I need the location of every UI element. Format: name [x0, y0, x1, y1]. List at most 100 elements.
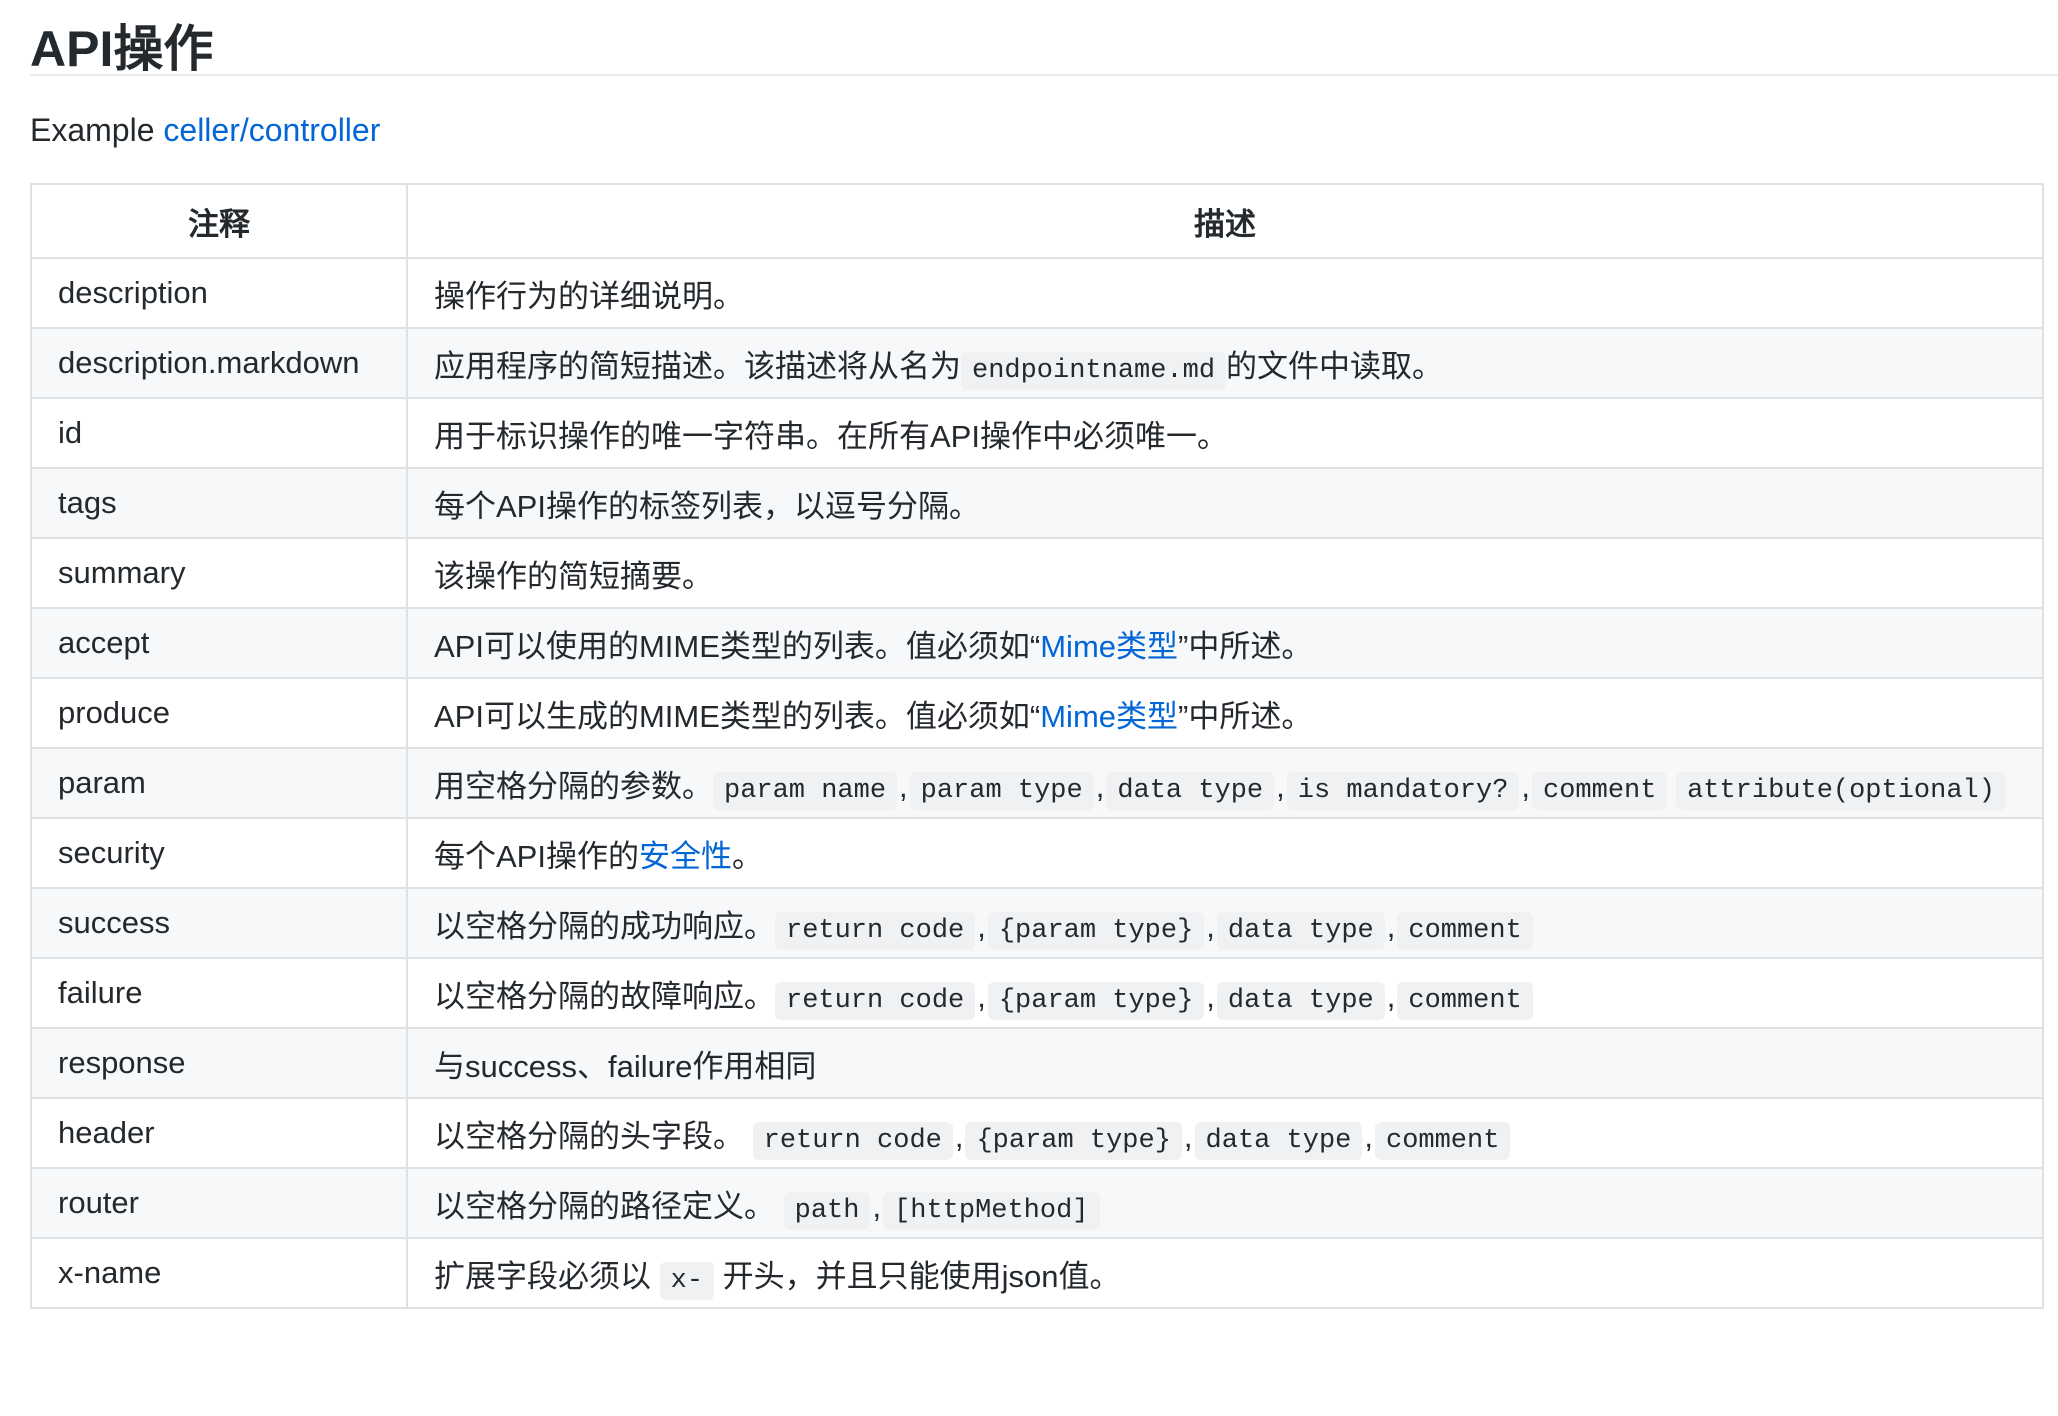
code-snippet: endpointname.md [961, 351, 1227, 390]
annotation-description: 以空格分隔的故障响应。 return code, {param type}, data… [406, 957, 2044, 1029]
table-row: summary 该操作的简短摘要。 [30, 537, 2044, 609]
description-link[interactable]: Mime类型 [1040, 629, 1178, 664]
description-text: 以空格分隔的路径定义。 [434, 1188, 784, 1224]
code-snippet: return code [775, 911, 976, 950]
separator: , [1183, 1118, 1193, 1154]
annotation-description: 每个API操作的标签列表，以逗号分隔。 [406, 467, 2044, 539]
code-snippet: comment [1532, 771, 1668, 810]
code-snippet: return code [752, 1121, 953, 1160]
table-row: id 用于标识操作的唯一字符串。在所有API操作中必须唯一。 [30, 397, 2044, 469]
annotation-description: 每个API操作的安全性。 [406, 817, 2044, 889]
code-snippet: param name [713, 771, 898, 810]
code-snippet: {param type} [965, 1121, 1182, 1160]
annotation-key: failure [30, 957, 408, 1029]
annotation-description: 与success、failure作用相同 [406, 1027, 2044, 1099]
code-snippet: data type [1106, 771, 1275, 810]
table-row: response 与success、failure作用相同 [30, 1027, 2044, 1099]
table-row: router 以空格分隔的路径定义。 path, [httpMethod] [30, 1167, 2044, 1239]
annotation-description: 该操作的简短摘要。 [406, 537, 2044, 609]
table-row: description.markdown 应用程序的简短描述。该描述将从名为 end… [30, 327, 2044, 399]
annotation-key: security [30, 817, 408, 889]
annotation-description: 操作行为的详细说明。 [406, 257, 2044, 329]
description-text: 用于标识操作的唯一字符串。在所有API操作中必须唯一。 [434, 418, 1228, 454]
table-row: description 操作行为的详细说明。 [30, 257, 2044, 329]
separator: , [899, 768, 908, 804]
annotation-description: API可以使用的MIME类型的列表。值必须如“Mime类型”中所述。 [406, 607, 2044, 679]
table-row: failure 以空格分隔的故障响应。 return code, {param typ… [30, 957, 2044, 1029]
code-snippet: {param type} [987, 911, 1205, 950]
code-snippet: data type [1216, 911, 1385, 950]
description-text: ”中所述。 [1178, 628, 1313, 664]
example-link[interactable]: celler/controller [163, 112, 380, 148]
code-snippet: {param type} [987, 981, 1205, 1020]
code-snippet: comment [1375, 1121, 1511, 1160]
description-text: 扩展字段必须以 [434, 1258, 660, 1294]
annotation-key: summary [30, 537, 408, 609]
annotation-key: description.markdown [30, 327, 408, 399]
page: API操作 Example celler/controller 注释 描述 de… [0, 0, 2058, 1309]
separator: , [977, 908, 986, 944]
description-text: 用空格分隔的参数。 [434, 768, 713, 804]
description-text: ”中所述。 [1178, 698, 1313, 734]
table-row: tags 每个API操作的标签列表，以逗号分隔。 [30, 467, 2044, 539]
annotation-key: param [30, 747, 408, 819]
intro-prefix: Example [30, 112, 164, 148]
annotation-key: router [30, 1167, 408, 1239]
annotation-key: description [30, 257, 408, 329]
description-link[interactable]: Mime类型 [1040, 699, 1178, 734]
description-link[interactable]: 安全性 [639, 839, 732, 874]
intro-line: Example celler/controller [30, 110, 2058, 150]
table-row: header 以空格分隔的头字段。 return code, {param type… [30, 1097, 2044, 1169]
code-snippet: [httpMethod] [883, 1191, 1100, 1230]
table-row: accept API可以使用的MIME类型的列表。值必须如“Mime类型”中所述。 [30, 607, 2044, 679]
description-text: 。 [731, 838, 763, 874]
code-snippet: comment [1397, 911, 1533, 950]
code-snippet: return code [775, 981, 976, 1020]
code-snippet: path [783, 1191, 871, 1230]
annotation-key: id [30, 397, 408, 469]
description-text: API可以使用的MIME类型的列表。值必须如“ [434, 628, 1041, 664]
annotation-description: 用于标识操作的唯一字符串。在所有API操作中必须唯一。 [406, 397, 2044, 469]
header-annotation: 注释 [30, 183, 408, 259]
description-text: 以空格分隔的故障响应。 [434, 978, 775, 1014]
annotations-table: 注释 描述 description 操作行为的详细说明。 description.m… [30, 183, 2044, 1309]
description-text: 以空格分隔的成功响应。 [434, 908, 775, 944]
description-text: 应用程序的简短描述。该描述将从名为 [434, 348, 961, 384]
page-title: API操作 [30, 0, 2058, 77]
description-text: 的文件中读取。 [1226, 348, 1444, 384]
annotation-description: 以空格分隔的路径定义。 path, [httpMethod] [406, 1167, 2044, 1239]
annotation-description: API可以生成的MIME类型的列表。值必须如“Mime类型”中所述。 [406, 677, 2044, 749]
separator: , [1364, 1118, 1373, 1154]
table-row: security 每个API操作的安全性。 [30, 817, 2044, 889]
table-row: produce API可以生成的MIME类型的列表。值必须如“Mime类型”中所述… [30, 677, 2044, 749]
separator: , [1276, 768, 1285, 804]
separator: , [954, 1118, 964, 1154]
description-text: 开头，并且只能使用json值。 [714, 1258, 1121, 1294]
annotation-description: 用空格分隔的参数。 param name, param type, data type… [406, 747, 2044, 819]
description-text: 以空格分隔的头字段。 [434, 1118, 753, 1154]
annotation-key: accept [30, 607, 408, 679]
code-snippet: data type [1194, 1121, 1363, 1160]
annotation-key: x-name [30, 1237, 408, 1309]
code-snippet: attribute(optional) [1676, 771, 2006, 810]
separator: , [1095, 768, 1105, 804]
table-row: x-name 扩展字段必须以 x- 开头，并且只能使用json值。 [30, 1237, 2044, 1309]
table-row: param 用空格分隔的参数。 param name, param type, data… [30, 747, 2044, 819]
annotation-key: response [30, 1027, 408, 1099]
separator: , [1206, 908, 1215, 944]
separator: , [1386, 978, 1396, 1014]
table-body: description 操作行为的详细说明。 description.markdow… [30, 257, 2044, 1309]
code-snippet: comment [1397, 981, 1533, 1020]
code-snippet: data type [1216, 981, 1385, 1020]
description-text: 该操作的简短摘要。 [434, 558, 713, 594]
code-snippet: x- [659, 1261, 715, 1300]
annotation-key: tags [30, 467, 408, 539]
annotation-description: 应用程序的简短描述。该描述将从名为 endpointname.md 的文件中读取。 [406, 327, 2044, 399]
description-text: 操作行为的详细说明。 [434, 278, 744, 314]
description-text: 与success、failure作用相同 [434, 1048, 817, 1084]
annotation-key: produce [30, 677, 408, 749]
separator: , [977, 978, 986, 1014]
header-description: 描述 [406, 183, 2044, 259]
code-snippet: param type [909, 771, 1094, 810]
annotation-description: 以空格分隔的头字段。 return code, {param type}, data… [406, 1097, 2044, 1169]
